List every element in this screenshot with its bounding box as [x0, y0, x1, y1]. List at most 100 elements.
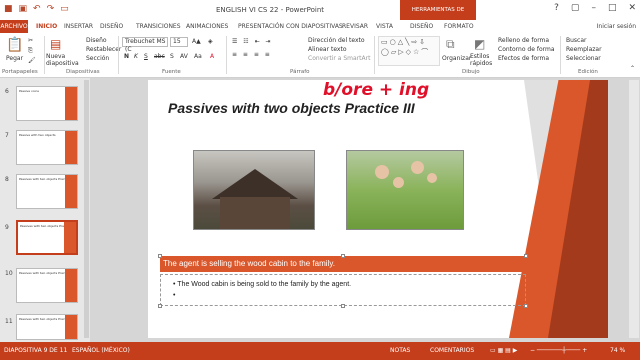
selection-handle[interactable]: [341, 304, 345, 308]
replace-button[interactable]: Reemplazar: [566, 46, 602, 53]
section-button[interactable]: Sección: [86, 55, 109, 62]
ribbon-separator: [44, 36, 45, 74]
ribbon-separator: [560, 36, 561, 74]
thumbnails-scrollbar[interactable]: [84, 80, 89, 338]
answer-text-box[interactable]: • The Wood cabin is being sold to the fa…: [160, 274, 526, 306]
font-color-button[interactable]: A: [210, 53, 214, 60]
strikethrough-button[interactable]: abc: [154, 53, 165, 60]
maximize-icon[interactable]: □: [608, 3, 617, 13]
cut-icon[interactable]: ✂: [28, 37, 33, 44]
shape-outline-button[interactable]: Contorno de forma: [498, 46, 555, 53]
thumb-number: 8: [5, 176, 9, 183]
zoom-level[interactable]: 74 %: [610, 347, 625, 354]
change-case-button[interactable]: Aa: [194, 53, 202, 60]
bullets-icon[interactable]: ☰ ☷ ⇤ ⇥: [232, 38, 273, 45]
selection-handle[interactable]: [158, 254, 162, 258]
font-grow-icon[interactable]: A▲: [192, 38, 201, 45]
underline-button[interactable]: S: [144, 53, 148, 60]
close-icon[interactable]: ✕: [628, 3, 636, 13]
redo-icon[interactable]: ↷: [47, 4, 55, 14]
quick-styles-button[interactable]: Estilos rápidos: [470, 53, 496, 67]
find-button[interactable]: Buscar: [566, 37, 587, 44]
collapse-ribbon-icon[interactable]: ⌃: [630, 65, 635, 72]
slide-thumbnail-selected[interactable]: Passives with two objects Practice III: [16, 220, 78, 255]
font-name-input[interactable]: Trebuchet MS (C: [122, 37, 168, 53]
tab-presentacion[interactable]: PRESENTACIÓN CON DIAPOSITIVAS: [238, 23, 343, 30]
thumb-number: 11: [5, 318, 13, 325]
tab-inicio[interactable]: INICIO: [36, 23, 57, 30]
clipboard-group-label: Portapapeles: [2, 69, 38, 75]
selection-handle[interactable]: [524, 304, 528, 308]
thumb-decoration: [65, 175, 77, 208]
shapes-gallery[interactable]: ▭○△╲⇨⇩ ◯▱▷◇☆⌒: [378, 36, 440, 66]
shape-effects-button[interactable]: Efectos de forma: [498, 55, 549, 62]
slide-thumbnail[interactable]: Passives with two objects Practice V: [16, 314, 78, 340]
reset-button[interactable]: Restablecer: [86, 46, 121, 53]
sign-in-link[interactable]: Iniciar sesión: [597, 23, 636, 30]
help-icon[interactable]: ?: [554, 3, 559, 13]
family-photo[interactable]: [346, 150, 464, 230]
editing-group-label: Edición: [578, 69, 598, 75]
slide-thumbnail[interactable]: Passives with two objects Practice II: [16, 174, 78, 209]
select-button[interactable]: Seleccionar: [566, 55, 601, 62]
arrange-button[interactable]: Organizar: [442, 55, 471, 62]
wood-cabin-photo[interactable]: [193, 150, 315, 230]
tab-transiciones[interactable]: TRANSICIONES: [136, 23, 181, 30]
tab-vista[interactable]: VISTA: [376, 23, 393, 30]
quick-access-toolbar: ■ ▣ ↶ ↷ ▭: [4, 4, 69, 14]
new-slide-icon[interactable]: ▤: [50, 37, 61, 51]
arrange-icon[interactable]: ⧉: [446, 37, 455, 52]
font-size-input[interactable]: 15: [170, 37, 188, 47]
ribbon-display-icon[interactable]: ▢: [571, 3, 580, 13]
ribbon: 📋 Pegar ✂ ⎘ 🖌 Portapapeles ▤ Nueva diapo…: [0, 33, 640, 78]
selection-handle[interactable]: [158, 304, 162, 308]
tab-animaciones[interactable]: ANIMACIONES: [186, 23, 228, 30]
tab-revisar[interactable]: REVISAR: [342, 23, 368, 30]
text-direction-button[interactable]: Dirección del texto: [308, 37, 365, 44]
quick-styles-icon[interactable]: ◩: [474, 37, 485, 51]
new-slide-button[interactable]: Nueva diapositiva: [46, 53, 80, 67]
paste-button[interactable]: Pegar: [6, 55, 23, 62]
paste-icon[interactable]: 📋: [6, 37, 23, 53]
bold-button[interactable]: N: [124, 53, 129, 60]
prompt-sentence-bar[interactable]: The agent is selling the wood cabin to t…: [160, 256, 526, 272]
alignment-icon[interactable]: ≡ ≡ ≡ ≡: [232, 51, 272, 58]
slide-title[interactable]: Passives with two objects Practice III: [168, 100, 415, 116]
tab-smartart-formato[interactable]: FORMATO: [444, 23, 474, 30]
italic-button[interactable]: K: [134, 53, 138, 60]
canvas-scrollbar[interactable]: [629, 80, 639, 338]
slide-thumbnail[interactable]: Passive with two objects: [16, 130, 78, 165]
tab-insertar[interactable]: INSERTAR: [64, 23, 93, 30]
thumb-decoration: [65, 87, 77, 120]
layout-button[interactable]: Diseño: [86, 37, 107, 44]
shadow-button[interactable]: S: [170, 53, 174, 60]
presentation-icon[interactable]: ▭: [60, 4, 69, 14]
notes-button[interactable]: NOTAS: [390, 347, 410, 354]
align-text-button[interactable]: Alinear texto: [308, 46, 347, 53]
view-buttons[interactable]: ▭ ▦ ▤ ▶: [490, 347, 517, 354]
comments-button[interactable]: COMENTARIOS: [430, 347, 474, 354]
tab-diseno[interactable]: DISEÑO: [100, 23, 123, 30]
tab-smartart-diseno[interactable]: DISEÑO: [410, 23, 433, 30]
save-icon[interactable]: ▣: [19, 4, 28, 14]
language-indicator[interactable]: ESPAÑOL (MÉXICO): [72, 347, 130, 354]
copy-icon[interactable]: ⎘: [28, 47, 33, 55]
minimize-icon[interactable]: –: [591, 3, 596, 13]
slide-thumbnail[interactable]: Passives with two objects Practice IV: [16, 268, 78, 303]
slide-counter: DIAPOSITIVA 9 DE 11: [4, 347, 68, 354]
format-painter-icon[interactable]: 🖌: [28, 57, 36, 64]
ink-annotation: b/ore + ing: [323, 80, 430, 100]
slide-thumbnail[interactable]: Passive voice: [16, 86, 78, 121]
zoom-slider[interactable]: − ───────┼──── +: [530, 347, 587, 354]
undo-icon[interactable]: ↶: [33, 4, 41, 14]
current-slide[interactable]: Passives with two objects Practice III b…: [148, 80, 608, 338]
paragraph-group-label: Párrafo: [290, 69, 310, 75]
shape-fill-button[interactable]: Relleno de forma: [498, 37, 549, 44]
thumb-title: Passive voice: [19, 89, 39, 93]
spacing-button[interactable]: AV: [180, 53, 188, 60]
convert-smartart-button[interactable]: Convertir a SmartArt: [308, 55, 370, 62]
selection-handle[interactable]: [341, 254, 345, 258]
clear-format-icon[interactable]: ◈: [208, 38, 213, 45]
selection-handle[interactable]: [524, 254, 528, 258]
tab-archivo[interactable]: ARCHIVO: [0, 20, 28, 33]
